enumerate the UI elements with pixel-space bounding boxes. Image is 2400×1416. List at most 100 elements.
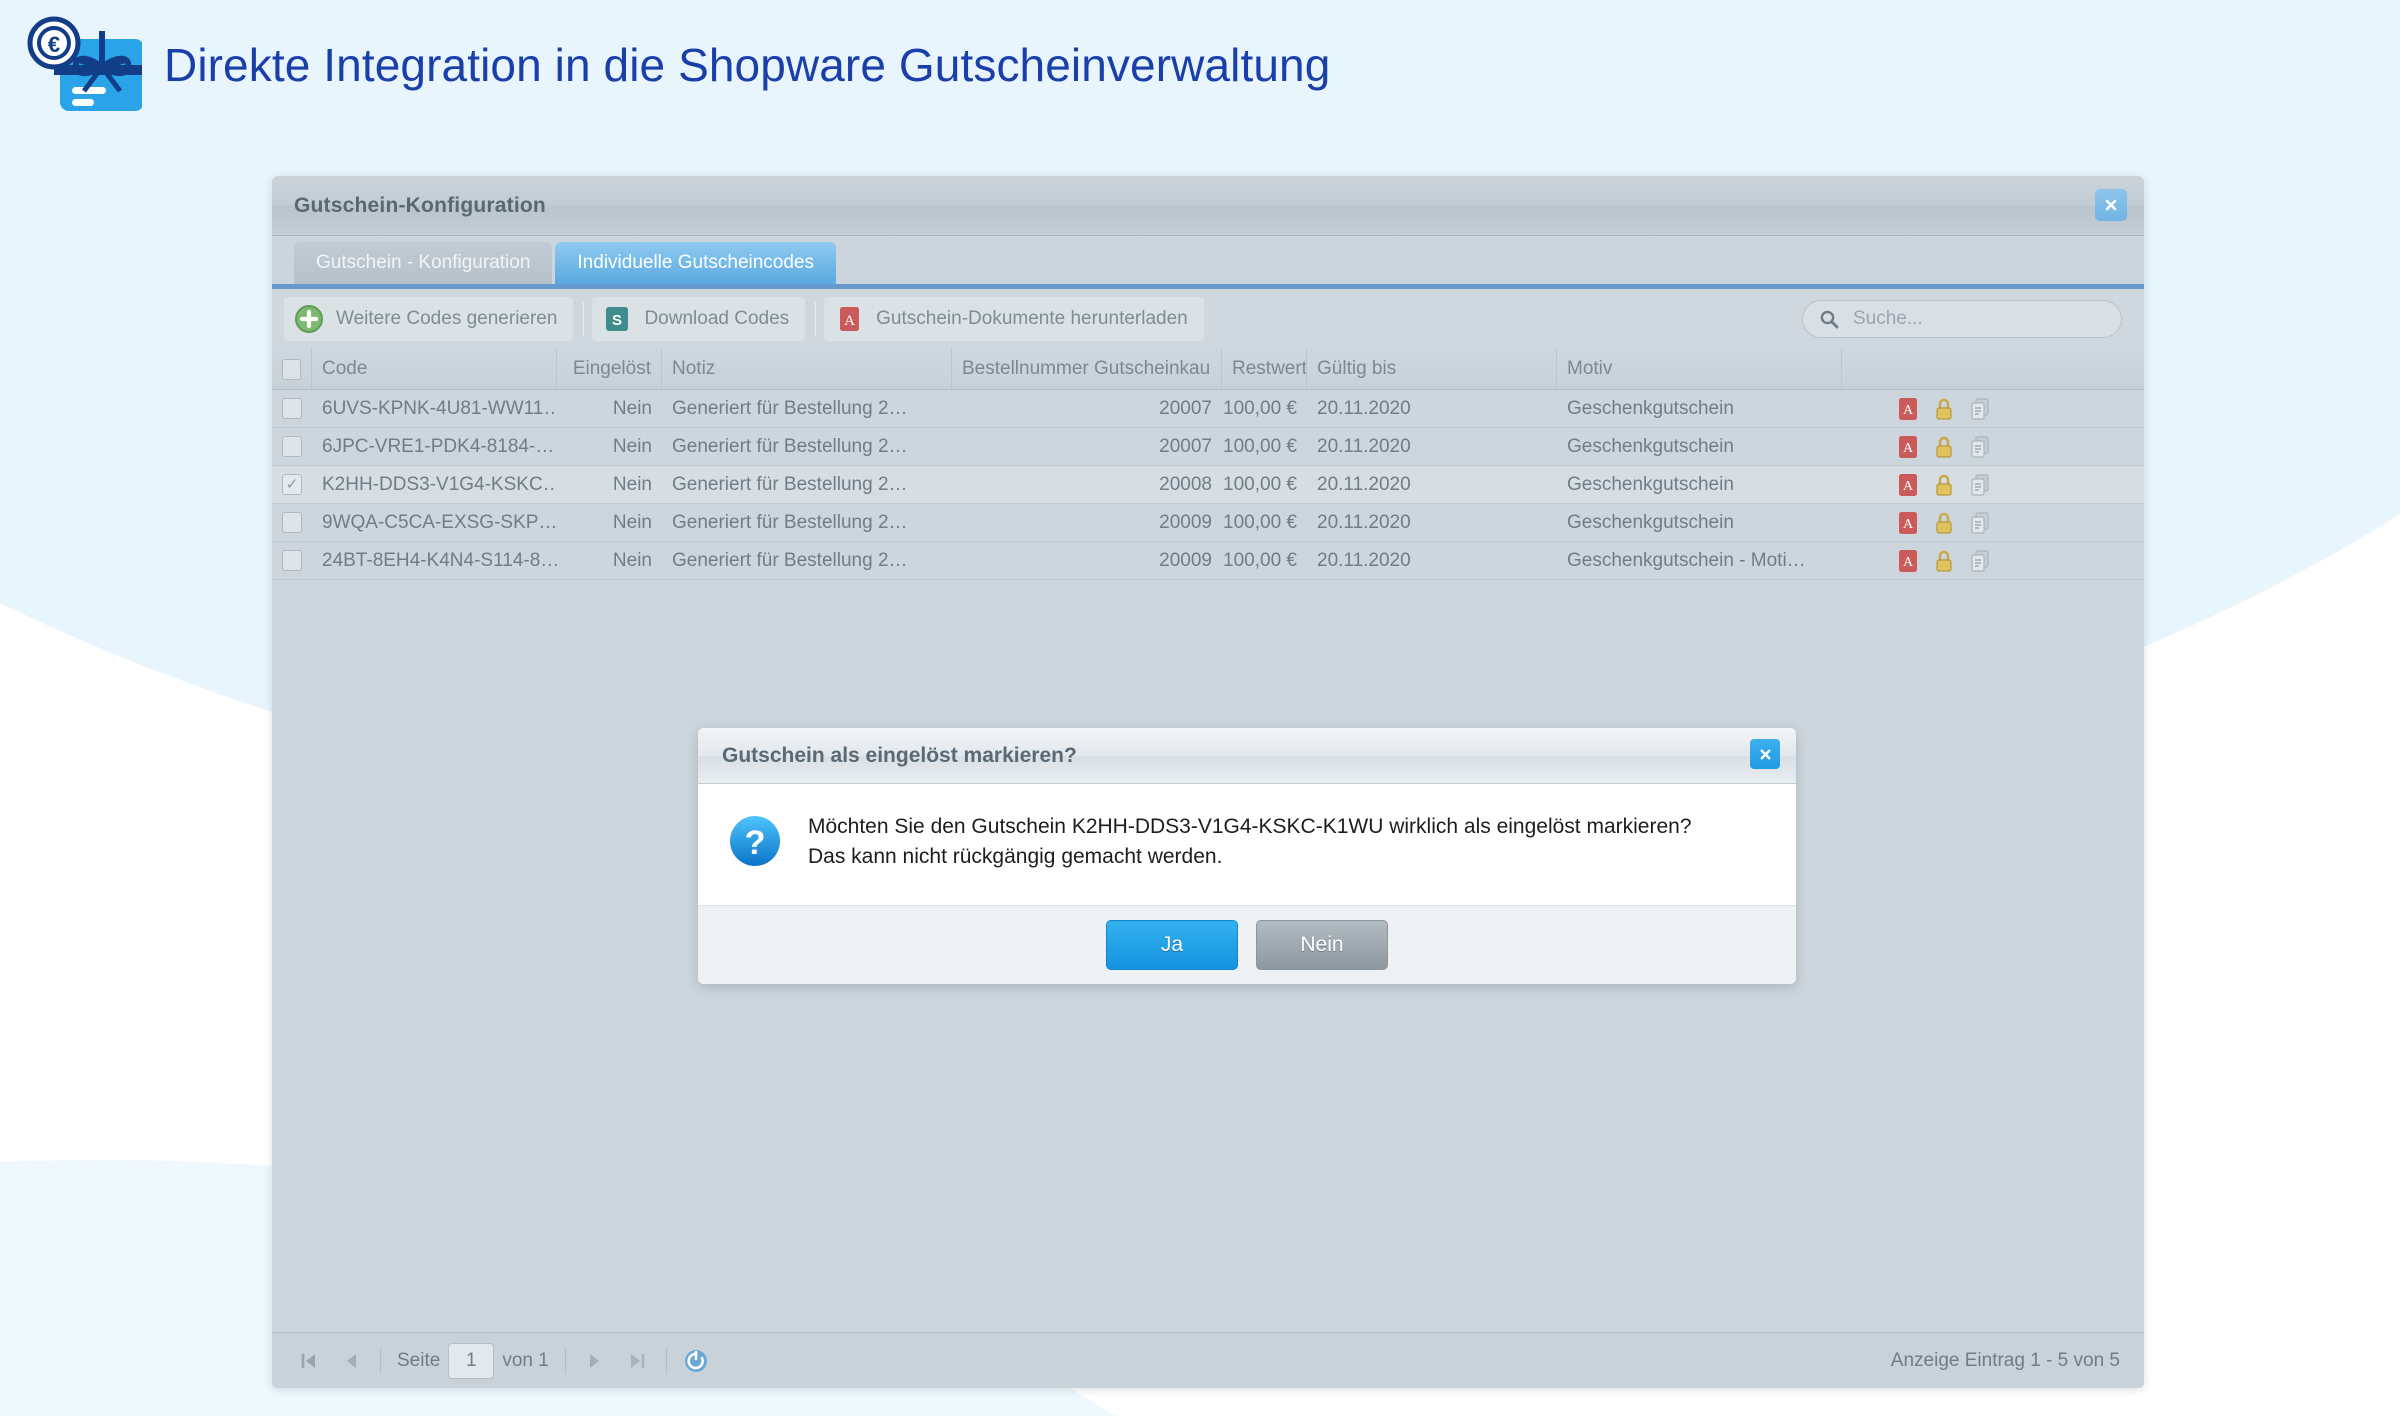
svg-text:A: A [1903, 403, 1914, 418]
copy-icon[interactable] [1968, 548, 1992, 574]
search-box[interactable] [1802, 300, 2122, 338]
first-page-icon[interactable] [294, 1346, 324, 1376]
refresh-icon[interactable] [681, 1346, 711, 1376]
row-checkbox-cell[interactable] [272, 542, 312, 579]
page-number-input[interactable] [448, 1342, 495, 1379]
close-icon[interactable] [2095, 189, 2127, 221]
pdf-icon[interactable]: A [1896, 396, 1920, 422]
pdf-icon[interactable]: A [1896, 434, 1920, 460]
cell-notiz: Generiert für Bestellung 2… [672, 549, 908, 571]
grid-header-row: Code Eingelöst Notiz Bestellnummer Gutsc… [272, 349, 2144, 390]
copy-icon[interactable] [1968, 510, 1992, 536]
cell-code: 6UVS-KPNK-4U81-WW11… [322, 397, 557, 419]
copy-icon[interactable] [1968, 434, 1992, 460]
copy-icon[interactable] [1968, 472, 1992, 498]
row-checkbox[interactable] [282, 512, 302, 533]
cell-gueltig-bis: 20.11.2020 [1317, 473, 1411, 495]
table-row[interactable]: 24BT-8EH4-K4N4-S114-8… Nein Generiert für … [272, 542, 2144, 580]
column-header-code[interactable]: Code [312, 349, 557, 389]
grid-pager: Seite von 1 Anzeige Eintrag 1 - 5 von 5 [272, 1332, 2144, 1388]
column-header-motiv[interactable]: Motiv [1557, 349, 1842, 389]
svg-text:A: A [1903, 479, 1914, 494]
toolbar-separator [815, 302, 817, 336]
row-checkbox-cell[interactable] [272, 504, 312, 541]
dialog-body: ? Möchten Sie den Gutschein K2HH-DDS3-V1… [698, 784, 1796, 905]
row-checkbox[interactable]: ✓ [282, 474, 302, 495]
row-checkbox-cell[interactable] [272, 428, 312, 465]
lock-icon[interactable] [1932, 434, 1956, 460]
lock-icon[interactable] [1932, 396, 1956, 422]
cell-actions: A [1842, 504, 2002, 541]
cell-actions: A [1842, 428, 2002, 465]
lock-icon[interactable] [1932, 472, 1956, 498]
cell-restwert: 100,00 € [1223, 511, 1297, 533]
cell-eingeloest: Nein [612, 435, 652, 457]
cell-eingeloest: Nein [612, 511, 652, 533]
download-documents-button[interactable]: A Gutschein-Dokumente herunterladen [824, 297, 1204, 341]
previous-page-icon[interactable] [336, 1346, 366, 1376]
cell-actions: A [1842, 466, 2002, 503]
copy-icon[interactable] [1968, 396, 1992, 422]
cell-motiv: Geschenkgutschein [1567, 473, 1734, 495]
tab-gutschein-konfiguration[interactable]: Gutschein - Konfiguration [294, 242, 553, 284]
svg-text:?: ? [745, 824, 766, 862]
dialog-close-icon[interactable] [1750, 739, 1780, 769]
cell-motiv: Geschenkgutschein [1567, 435, 1734, 457]
pdf-icon[interactable]: A [1896, 548, 1920, 574]
dialog-message: Möchten Sie den Gutschein K2HH-DDS3-V1G4… [808, 812, 1692, 873]
generate-codes-label: Weitere Codes generieren [336, 308, 558, 329]
generate-codes-button[interactable]: Weitere Codes generieren [284, 297, 574, 341]
table-row[interactable]: 6UVS-KPNK-4U81-WW11… Nein Generiert für Be… [272, 390, 2144, 428]
row-checkbox[interactable] [282, 550, 302, 571]
table-row[interactable]: 9WQA-C5CA-EXSG-SKP… Nein Generiert für Bes… [272, 504, 2144, 542]
search-input[interactable] [1851, 307, 2095, 331]
row-checkbox[interactable] [282, 398, 302, 419]
page-total-label: von 1 [502, 1349, 549, 1371]
search-icon [1819, 309, 1839, 329]
dialog-message-line1: Möchten Sie den Gutschein K2HH-DDS3-V1G4… [808, 815, 1692, 838]
csv-download-icon: S [602, 304, 632, 334]
select-all-checkbox[interactable] [282, 358, 301, 380]
cell-code: K2HH-DDS3-V1G4-KSKC… [322, 473, 557, 495]
confirm-dialog: Gutschein als eingelöst markieren? ? Möc… [698, 728, 1796, 984]
gift-voucher-euro-icon: € [14, 11, 150, 119]
row-checkbox-cell[interactable] [272, 390, 312, 427]
pager-separator [665, 1347, 667, 1374]
svg-text:S: S [612, 312, 622, 329]
cell-gueltig-bis: 20.11.2020 [1317, 397, 1411, 419]
cell-motiv: Geschenkgutschein [1567, 397, 1734, 419]
plus-circle-icon [294, 304, 324, 334]
pdf-icon[interactable]: A [1896, 472, 1920, 498]
svg-text:A: A [1903, 517, 1914, 532]
column-header-restwert[interactable]: Restwert [1222, 349, 1307, 389]
cell-bestellnummer: 20009 [1159, 511, 1212, 533]
row-checkbox[interactable] [282, 436, 302, 457]
lock-icon[interactable] [1932, 510, 1956, 536]
cell-notiz: Generiert für Bestellung 2… [672, 511, 908, 533]
cell-notiz: Generiert für Bestellung 2… [672, 397, 908, 419]
table-row[interactable]: ✓ K2HH-DDS3-V1G4-KSKC… Nein Generiert für B… [272, 466, 2144, 504]
tab-label: Gutschein - Konfiguration [316, 252, 531, 273]
yes-button[interactable]: Ja [1106, 919, 1238, 970]
row-checkbox-cell[interactable]: ✓ [272, 466, 312, 503]
cell-restwert: 100,00 € [1223, 397, 1297, 419]
cell-motiv: Geschenkgutschein - Moti… [1567, 549, 1806, 571]
column-header-bestellnummer[interactable]: Bestellnummer Gutscheinkau [952, 349, 1222, 389]
column-header-eingeloest[interactable]: Eingelöst [557, 349, 662, 389]
no-button[interactable]: Nein [1256, 919, 1388, 970]
download-codes-button[interactable]: S Download Codes [592, 297, 806, 341]
tab-label: Individuelle Gutscheincodes [577, 252, 814, 273]
tab-individuelle-gutscheincodes[interactable]: Individuelle Gutscheincodes [555, 242, 836, 284]
column-header-select-all[interactable] [272, 349, 312, 389]
cell-bestellnummer: 20009 [1159, 549, 1212, 571]
pager-separator [564, 1347, 566, 1374]
column-header-gueltig-bis[interactable]: Gültig bis [1307, 349, 1557, 389]
pdf-icon[interactable]: A [1896, 510, 1920, 536]
cell-code: 9WQA-C5CA-EXSG-SKP… [322, 511, 557, 533]
next-page-icon[interactable] [580, 1346, 610, 1376]
lock-icon[interactable] [1932, 548, 1956, 574]
table-row[interactable]: 6JPC-VRE1-PDK4-8184-… Nein Generiert für B… [272, 428, 2144, 466]
pager-separator [380, 1347, 381, 1374]
column-header-notiz[interactable]: Notiz [662, 349, 952, 389]
last-page-icon[interactable] [622, 1346, 652, 1376]
